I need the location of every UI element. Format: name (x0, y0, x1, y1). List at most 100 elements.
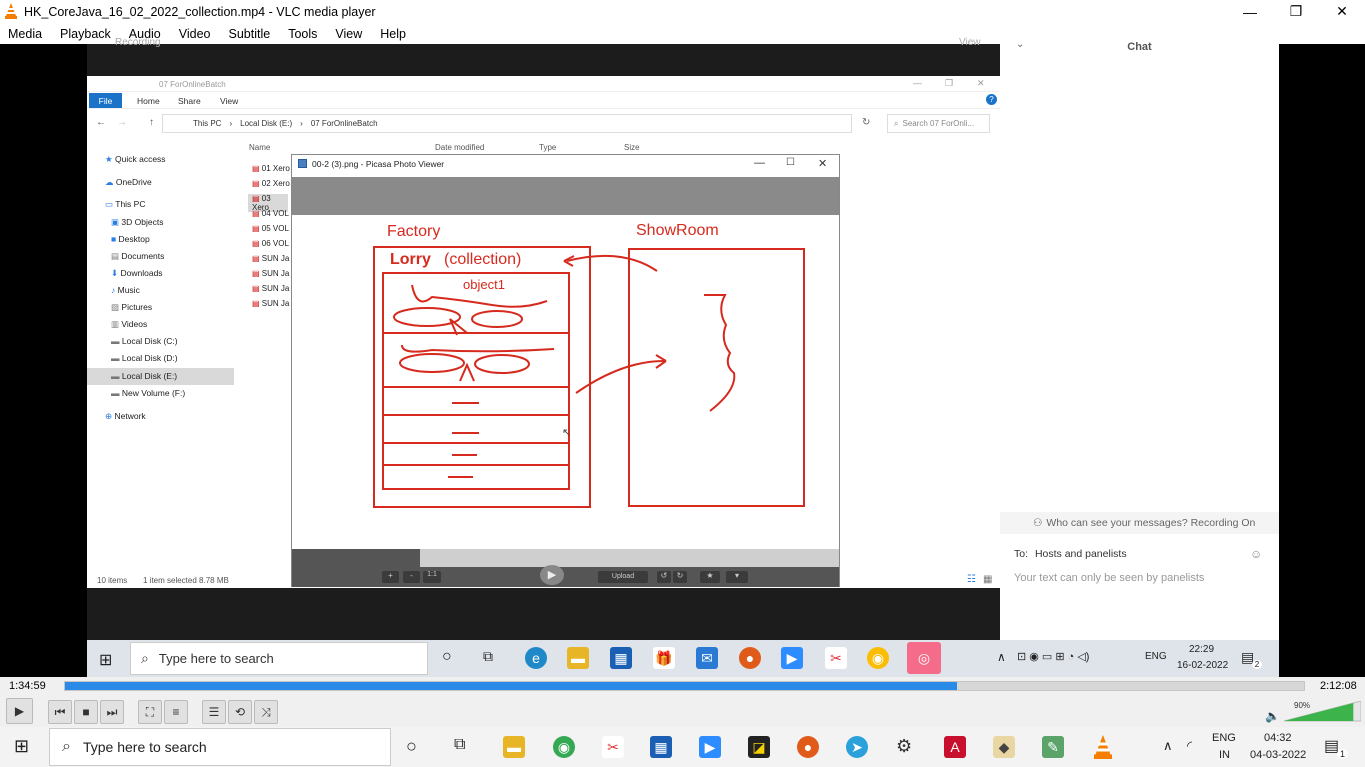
windows-start-icon[interactable]: ⊞ (99, 650, 112, 670)
explorer-close-button[interactable]: ✕ (977, 78, 985, 89)
file-explorer-icon[interactable]: ▬ (503, 736, 525, 758)
video-taskbar-search[interactable]: ⌕ Type here to search (130, 642, 428, 675)
vlc-cone-icon[interactable] (1092, 735, 1114, 759)
nav-network[interactable]: ⊕ Network (105, 411, 146, 422)
record-icon[interactable]: ● (739, 647, 761, 669)
screen-recorder-icon[interactable]: ◎ (907, 642, 941, 674)
refresh-icon[interactable]: ↻ (862, 117, 870, 128)
file-row[interactable]: ▤ 01 Xero (252, 164, 290, 173)
address-bar[interactable]: This PC › Local Disk (E:) › 07 ForOnline… (162, 114, 852, 133)
menu-playback[interactable]: Playback (60, 27, 111, 41)
zoom-out-button[interactable]: - (403, 571, 420, 583)
menu-video[interactable]: Video (179, 27, 211, 41)
path-local-disk-e[interactable]: Local Disk (E:) (240, 119, 292, 128)
nav-this-pc[interactable]: ▭ This PC (105, 199, 145, 210)
gift-icon[interactable]: 🎁 (653, 647, 675, 669)
nav-onedrive[interactable]: ☁ OneDrive (105, 177, 152, 188)
taskbar-lang-bottom[interactable]: IN (1219, 749, 1230, 761)
column-size[interactable]: Size (624, 143, 640, 152)
path-this-pc[interactable]: This PC (193, 119, 221, 128)
nav-local-disk-d[interactable]: ▬ Local Disk (D:) (111, 353, 178, 363)
menu-view[interactable]: View (335, 27, 362, 41)
snipping-icon[interactable]: ✂ (825, 647, 847, 669)
loop-button[interactable]: ⟲ (228, 700, 252, 724)
maximize-button[interactable]: ❐ (1273, 0, 1319, 23)
play-slideshow-icon[interactable]: ▶ (540, 565, 564, 585)
explorer-minimize-button[interactable]: — (913, 78, 922, 88)
taskbar-search[interactable]: ⌕ Type here to search (49, 728, 391, 766)
sticky-notes-icon[interactable]: ◪ (748, 736, 770, 758)
ribbon-tab-home[interactable]: Home (137, 96, 160, 106)
file-row[interactable]: ▤ SUN Ja (252, 299, 289, 308)
video-taskbar-date[interactable]: 16-02-2022 (1177, 660, 1228, 671)
ribbon-tab-share[interactable]: Share (178, 96, 201, 106)
details-view-icon[interactable]: ☷ (967, 574, 976, 585)
taskbar-lang-top[interactable]: ENG (1212, 732, 1236, 744)
nav-local-disk-c[interactable]: ▬ Local Disk (C:) (111, 336, 178, 346)
zoom-icon[interactable]: ▶ (781, 647, 803, 669)
file-row[interactable]: ▤ SUN Ja (252, 284, 289, 293)
file-explorer-icon[interactable]: ▬ (567, 647, 589, 669)
nav-pictures[interactable]: ▨ Pictures (111, 302, 152, 313)
minimize-button[interactable]: — (1227, 0, 1273, 23)
menu-media[interactable]: Media (8, 27, 42, 41)
show-hidden-icons[interactable]: ∧ (1163, 738, 1173, 754)
play-button[interactable]: ▶ (6, 698, 33, 724)
file-row[interactable]: ▤ 02 Xero (252, 179, 290, 188)
rotate-right-icon[interactable]: ↻ (673, 571, 687, 583)
cortana-icon[interactable]: ○ (442, 648, 452, 666)
menu-help[interactable]: Help (380, 27, 406, 41)
picasa-minimize-button[interactable]: — (754, 157, 765, 169)
task-view-icon[interactable]: ⧉ (454, 736, 465, 754)
rotate-left-icon[interactable]: ↺ (657, 571, 671, 583)
store-icon[interactable]: ▦ (610, 647, 632, 669)
path-folder[interactable]: 07 ForOnlineBatch (311, 119, 378, 128)
tiles-view-icon[interactable]: ▦ (983, 574, 992, 585)
emoji-icon[interactable]: ☺ (1250, 547, 1262, 561)
file-row[interactable]: ▤ 04 VOL (252, 209, 289, 218)
zoom-icon[interactable]: ▶ (699, 736, 721, 758)
stop-button[interactable]: ■ (74, 700, 98, 724)
snipping-icon[interactable]: ✂ (602, 736, 624, 758)
upload-button[interactable]: Upload (598, 571, 648, 583)
thumbnail-strip[interactable] (420, 549, 839, 567)
windows-start-icon[interactable]: ⊞ (14, 736, 29, 757)
to-row[interactable]: To: Hosts and panelists (1014, 548, 1127, 560)
file-row[interactable]: ▤ 06 VOL (252, 239, 289, 248)
nav-quick-access[interactable]: ★ Quick access (105, 154, 166, 165)
acrobat-icon[interactable]: A (944, 736, 966, 758)
column-date-modified[interactable]: Date modified (435, 143, 484, 152)
store-icon[interactable]: ▦ (650, 736, 672, 758)
menu-tools[interactable]: Tools (288, 27, 317, 41)
taskbar-date[interactable]: 04-03-2022 (1250, 749, 1306, 761)
file-row[interactable]: ▤ 05 VOL (252, 224, 289, 233)
record-icon[interactable]: ● (797, 736, 819, 758)
nav-downloads[interactable]: ⬇ Downloads (111, 268, 163, 279)
forward-icon[interactable]: → (117, 117, 127, 128)
help-icon[interactable]: ? (986, 94, 997, 105)
extended-settings-button[interactable]: ≡ (164, 700, 188, 724)
chat-input[interactable]: Your text can only be seen by panelists (1014, 572, 1204, 584)
nav-new-volume-f[interactable]: ▬ New Volume (F:) (111, 388, 185, 398)
task-view-icon[interactable]: ⧉ (483, 648, 493, 665)
nav-3d-objects[interactable]: ▣ 3D Objects (111, 217, 163, 228)
video-taskbar-lang[interactable]: ENG (1145, 651, 1167, 662)
cortana-icon[interactable]: ○ (406, 736, 417, 757)
shuffle-button[interactable]: ⤨ (254, 700, 278, 724)
speaker-icon[interactable]: 🔈 (1265, 709, 1280, 723)
nav-documents[interactable]: ▤ Documents (111, 251, 164, 262)
notepad-icon[interactable]: ✎ (1042, 736, 1064, 758)
edge-icon[interactable]: e (525, 647, 547, 669)
telegram-icon[interactable]: ➤ (846, 736, 868, 758)
column-type[interactable]: Type (539, 143, 556, 152)
mail-icon[interactable]: ✉ (696, 647, 718, 669)
column-name[interactable]: Name (249, 143, 270, 152)
more-menu-icon[interactable]: ▾ (726, 571, 748, 583)
playlist-button[interactable]: ☰ (202, 700, 226, 724)
explorer-search-box[interactable]: ⌕ Search 07 ForOnli... (887, 114, 990, 133)
up-icon[interactable]: ↑ (149, 117, 154, 128)
seek-bar[interactable] (64, 681, 1305, 691)
close-button[interactable]: ✕ (1319, 0, 1365, 23)
taskbar-time[interactable]: 04:32 (1264, 732, 1292, 744)
nav-local-disk-e[interactable]: ▬ Local Disk (E:) (87, 368, 234, 385)
